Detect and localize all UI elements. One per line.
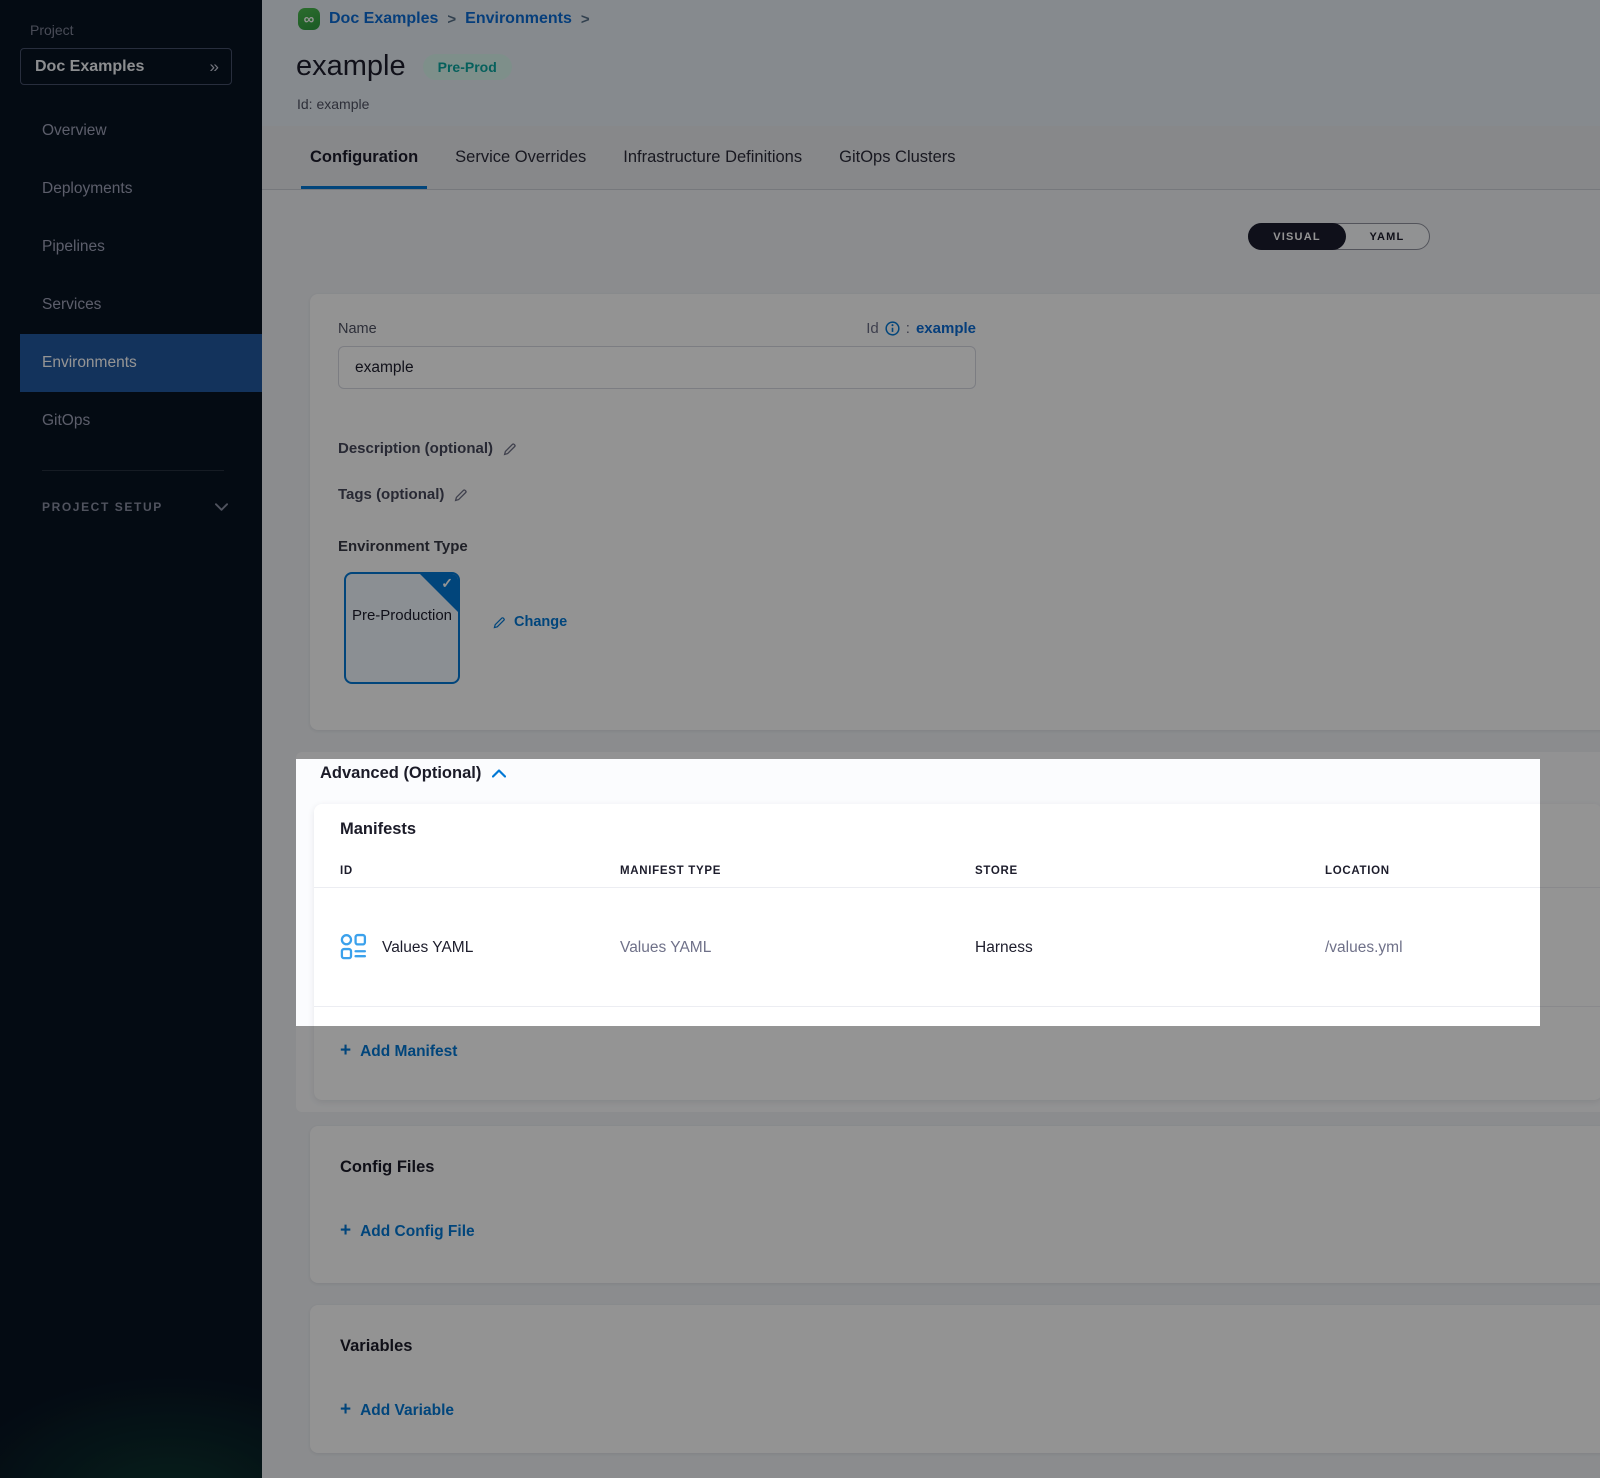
add-manifest-label: Add Manifest	[360, 1043, 457, 1061]
check-icon: ✓	[441, 575, 453, 592]
name-input[interactable]	[338, 346, 976, 389]
sidebar-decor-hill	[0, 1328, 262, 1478]
manifest-type: Values YAML	[620, 939, 975, 957]
id-label: Id	[866, 320, 879, 337]
add-config-file-button[interactable]: + Add Config File	[340, 1222, 475, 1242]
page-header: ∞ Doc Examples > Environments > example …	[262, 0, 1600, 126]
edit-pencil-icon	[492, 615, 507, 630]
project-name: Doc Examples	[35, 58, 144, 76]
tab-infrastructure-definitions[interactable]: Infrastructure Definitions	[623, 126, 802, 189]
add-manifest-button[interactable]: + Add Manifest	[340, 1042, 457, 1062]
breadcrumb-separator: >	[581, 11, 590, 28]
sidebar-item-deployments[interactable]: Deployments	[0, 160, 262, 218]
edit-tags-icon[interactable]	[453, 487, 469, 503]
plus-icon: +	[340, 1040, 351, 1062]
environment-form-card: Name Id : example Description (optional)	[310, 294, 1600, 730]
variables-card: Variables + Add Variable	[310, 1305, 1600, 1453]
cd-module-icon: ∞	[298, 8, 320, 30]
id-value-link[interactable]: example	[916, 320, 976, 337]
project-label: Project	[30, 22, 74, 38]
advanced-title: Advanced (Optional)	[320, 764, 481, 783]
config-files-card: Config Files + Add Config File	[310, 1126, 1600, 1283]
col-location: LOCATION	[1325, 865, 1600, 877]
environment-type-card-preproduction[interactable]: ✓ Pre-Production	[344, 572, 460, 684]
change-env-type-link[interactable]: Change	[492, 614, 567, 630]
col-id: ID	[340, 865, 620, 877]
config-files-title: Config Files	[340, 1158, 434, 1177]
tab-bar: Configuration Service Overrides Infrastr…	[262, 126, 1600, 190]
manifest-table-row[interactable]: Values YAML Values YAML Harness /values.…	[314, 889, 1600, 1007]
manifest-location: /values.yml	[1325, 939, 1600, 957]
breadcrumb-project-link[interactable]: Doc Examples	[329, 10, 438, 28]
advanced-accordion-toggle[interactable]: Advanced (Optional)	[320, 764, 506, 783]
project-setup-label: PROJECT SETUP	[42, 500, 163, 514]
edit-description-icon[interactable]	[502, 441, 518, 457]
chevron-up-icon	[492, 769, 506, 778]
tags-label-text: Tags (optional)	[338, 486, 444, 503]
sidebar-item-pipelines[interactable]: Pipelines	[0, 218, 262, 276]
sidebar: Project Doc Examples » Overview Deployme…	[0, 0, 262, 1478]
content-area: VISUAL YAML Name Id : example	[262, 190, 1600, 1478]
manifests-title: Manifests	[340, 820, 416, 839]
plus-icon: +	[340, 1220, 351, 1242]
manifest-id: Values YAML	[382, 939, 473, 957]
entity-id: Id: example	[297, 96, 369, 112]
project-setup-toggle[interactable]: PROJECT SETUP	[42, 500, 228, 514]
breadcrumb-separator: >	[447, 11, 456, 28]
advanced-section: Advanced (Optional) Manifests ID MANIFES…	[296, 752, 1600, 1112]
plus-icon: +	[340, 1399, 351, 1421]
add-variable-label: Add Variable	[360, 1402, 454, 1420]
manifests-card: Manifests ID MANIFEST TYPE STORE LOCATIO…	[314, 804, 1600, 1100]
sidebar-item-overview[interactable]: Overview	[0, 102, 262, 160]
env-type-badge: Pre-Prod	[423, 54, 512, 80]
manifest-store: Harness	[975, 939, 1325, 957]
breadcrumb-environments-link[interactable]: Environments	[465, 10, 572, 28]
tags-label: Tags (optional)	[338, 486, 469, 503]
chevron-down-icon	[215, 503, 228, 511]
breadcrumb: ∞ Doc Examples > Environments >	[298, 8, 590, 30]
tab-gitops-clusters[interactable]: GitOps Clusters	[839, 126, 955, 189]
name-label: Name	[338, 321, 377, 337]
tab-service-overrides[interactable]: Service Overrides	[455, 126, 586, 189]
page-title: example	[296, 50, 406, 83]
main-area: ∞ Doc Examples > Environments > example …	[262, 0, 1600, 1478]
sidebar-item-services[interactable]: Services	[0, 276, 262, 334]
sidebar-item-gitops[interactable]: GitOps	[0, 392, 262, 450]
info-icon[interactable]	[885, 321, 900, 336]
toggle-visual[interactable]: VISUAL	[1248, 223, 1346, 250]
values-manifest-icon	[340, 933, 367, 962]
col-manifest-type: MANIFEST TYPE	[620, 865, 975, 877]
description-label-text: Description (optional)	[338, 440, 493, 457]
sidebar-nav: Overview Deployments Pipelines Services …	[0, 102, 262, 450]
sidebar-item-environments[interactable]: Environments	[20, 334, 262, 392]
description-label: Description (optional)	[338, 440, 518, 457]
change-label: Change	[514, 614, 567, 630]
toggle-yaml[interactable]: YAML	[1345, 224, 1429, 249]
manifests-table-header: ID MANIFEST TYPE STORE LOCATION	[314, 854, 1600, 888]
variables-title: Variables	[340, 1337, 412, 1356]
add-variable-button[interactable]: + Add Variable	[340, 1401, 454, 1421]
id-separator: :	[906, 320, 910, 337]
visual-yaml-toggle[interactable]: VISUAL YAML	[1248, 223, 1430, 250]
add-config-file-label: Add Config File	[360, 1223, 475, 1241]
project-selector[interactable]: Doc Examples »	[20, 48, 232, 85]
col-store: STORE	[975, 865, 1325, 877]
tab-configuration[interactable]: Configuration	[310, 126, 418, 189]
sidebar-divider	[42, 470, 224, 471]
expand-sidebar-icon[interactable]: »	[210, 57, 217, 77]
environment-type-label: Environment Type	[338, 538, 468, 555]
environment-type-value: Pre-Production	[346, 604, 458, 627]
